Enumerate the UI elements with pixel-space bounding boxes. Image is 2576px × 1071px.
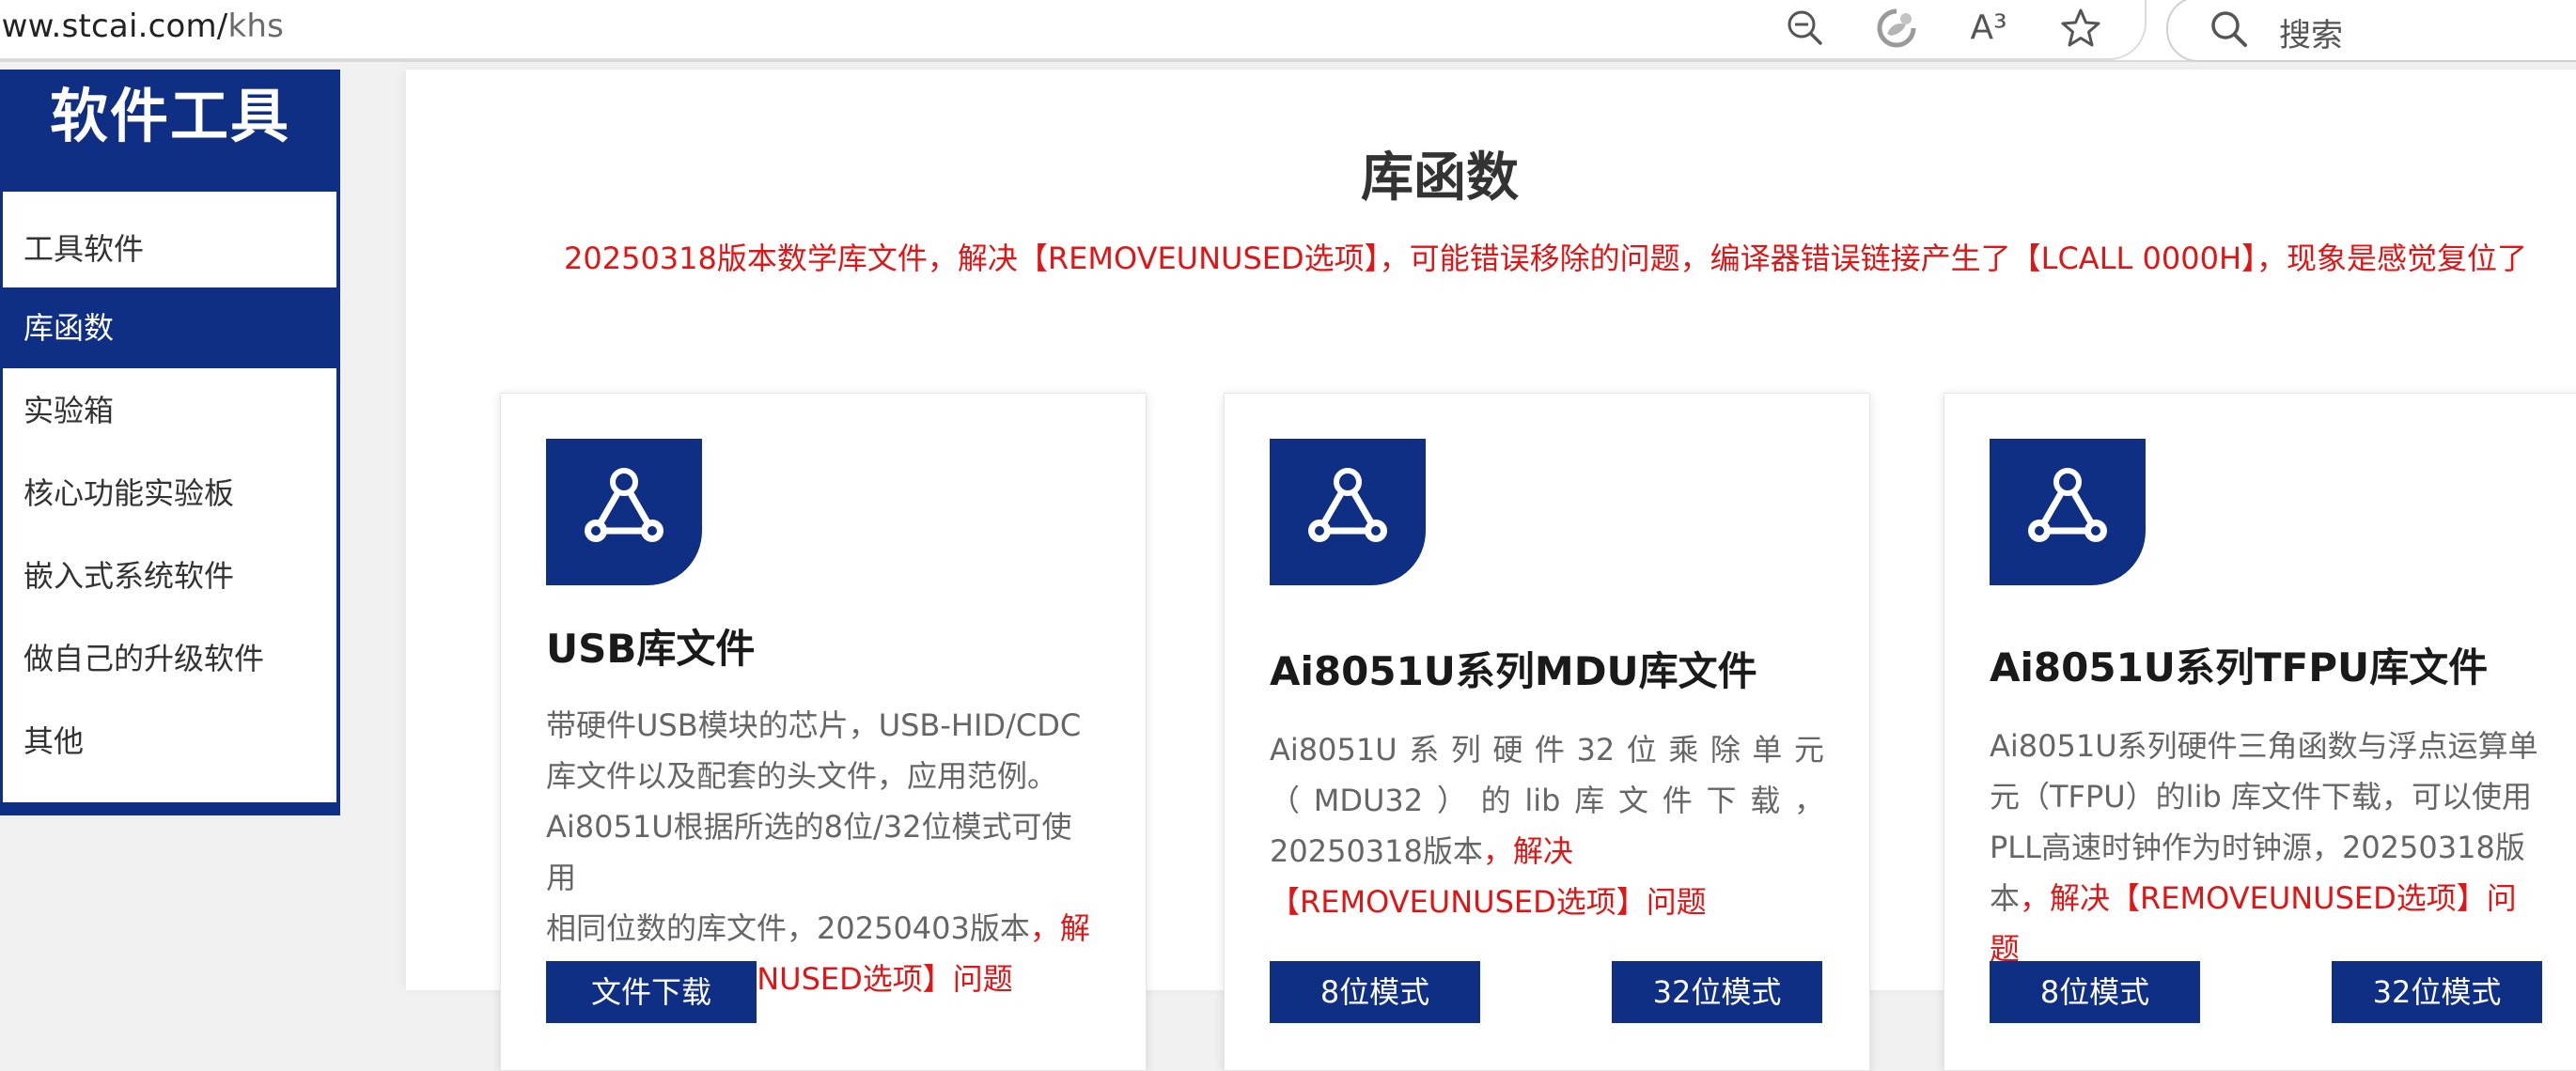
desc-line: （MDU32）的lib库文件下载， — [1270, 783, 1824, 818]
sidebar-item-other[interactable]: 其他 — [3, 701, 336, 782]
address-bar[interactable]: /www.stcai.com/khs A³ — [0, 0, 2147, 60]
32bit-mode-button[interactable]: 32位模式 — [1612, 961, 1822, 1023]
url-text[interactable]: /www.stcai.com/khs — [0, 8, 284, 45]
sidebar-item-core-function-board[interactable]: 核心功能实验板 — [3, 453, 336, 534]
8bit-mode-button[interactable]: 8位模式 — [1270, 961, 1480, 1023]
card-usb-library: USB库文件 带硬件USB模块的芯片，USB-HID/CDC 库文件以及配套的头… — [500, 393, 1147, 1071]
sidebar-item-embedded-system-software[interactable]: 嵌入式系统软件 — [3, 536, 336, 616]
copilot-icon[interactable] — [1874, 6, 1919, 51]
page-title: 库函数 — [1361, 147, 1519, 209]
card-title: USB库文件 — [546, 626, 756, 672]
read-aloud-icon[interactable]: A³ — [1966, 6, 2011, 51]
desc-line: 元（TFPU）的lib 库文件下载，可以使用 — [1990, 779, 2532, 815]
card-title: Ai8051U系列TFPU库文件 — [1990, 644, 2489, 691]
share-nodes-icon — [1990, 439, 2146, 585]
card-title: Ai8051U系列MDU库文件 — [1270, 648, 1757, 694]
sidebar-title: 软件工具 — [49, 82, 290, 150]
card-mdu-library: Ai8051U系列MDU库文件 Ai8051U系列硬件32位乘除单元 （MDU3… — [1224, 393, 1870, 1071]
desc-line: PLL高速时钟作为时钟源，20250318版 — [1990, 830, 2525, 865]
search-box[interactable]: 搜索 — [2166, 0, 2576, 62]
sidebar-item-library-functions[interactable]: 库函数 — [3, 287, 336, 368]
desc-line: 本 — [1990, 880, 2021, 916]
card-description: 带硬件USB模块的芯片，USB-HID/CDC 库文件以及配套的头文件，应用范例… — [546, 700, 1101, 1004]
favorite-star-icon[interactable] — [2058, 6, 2103, 51]
32bit-mode-button[interactable]: 32位模式 — [2332, 961, 2542, 1023]
desc-red-highlight: ，解决【REMOVEUNUSED选项】问题 — [1990, 880, 2517, 967]
card-description: Ai8051U系列硬件32位乘除单元 （MDU32）的lib库文件下载， 202… — [1270, 724, 1824, 927]
desc-line: Ai8051U根据所选的8位/32位模式可使用 — [546, 809, 1072, 895]
search-icon — [2211, 11, 2247, 47]
browser-toolbar: /www.stcai.com/khs A³ 搜索 — [0, 0, 2576, 62]
main-content: 库函数 20250318版本数学库文件，解决【REMOVEUNUSED选项】，可… — [406, 70, 2576, 1071]
sidebar-item-experiment-box[interactable]: 实验箱 — [3, 370, 336, 451]
card-description: Ai8051U系列硬件三角函数与浮点运算单 元（TFPU）的lib 库文件下载，… — [1990, 721, 2544, 974]
desc-line: 20250318版本 — [1270, 833, 1483, 869]
card-tfpu-library: Ai8051U系列TFPU库文件 Ai8051U系列硬件三角函数与浮点运算单 元… — [1944, 393, 2576, 1071]
sidebar-item-upgrade-software[interactable]: 做自己的升级软件 — [3, 618, 336, 699]
share-nodes-icon — [1270, 439, 1426, 585]
desc-line: Ai8051U系列硬件三角函数与浮点运算单 — [1990, 728, 2538, 764]
desc-line: 带硬件USB模块的芯片，USB-HID/CDC — [546, 707, 1082, 743]
search-placeholder: 搜索 — [2279, 17, 2343, 54]
sidebar-menu: 工具软件 库函数 实验箱 核心功能实验板 嵌入式系统软件 做自己的升级软件 其他 — [3, 192, 336, 802]
8bit-mode-button[interactable]: 8位模式 — [1990, 961, 2200, 1023]
file-download-button[interactable]: 文件下载 — [546, 961, 757, 1023]
sidebar-item-tool-software[interactable]: 工具软件 — [3, 209, 336, 289]
url-path: khs — [227, 8, 285, 45]
desc-line: Ai8051U系列硬件32位乘除单元 — [1270, 732, 1824, 768]
desc-line: 相同位数的库文件，20250403版本 — [546, 910, 1030, 946]
share-nodes-icon — [546, 439, 702, 585]
zoom-out-icon[interactable] — [1783, 6, 1828, 51]
sidebar: 软件工具 工具软件 库函数 实验箱 核心功能实验板 嵌入式系统软件 做自己的升级… — [0, 70, 340, 815]
url-host: /www.stcai.com/ — [0, 8, 228, 45]
desc-line: 库文件以及配套的头文件，应用范例。 — [546, 758, 1058, 794]
update-notice: 20250318版本数学库文件，解决【REMOVEUNUSED选项】，可能错误移… — [564, 241, 2528, 276]
